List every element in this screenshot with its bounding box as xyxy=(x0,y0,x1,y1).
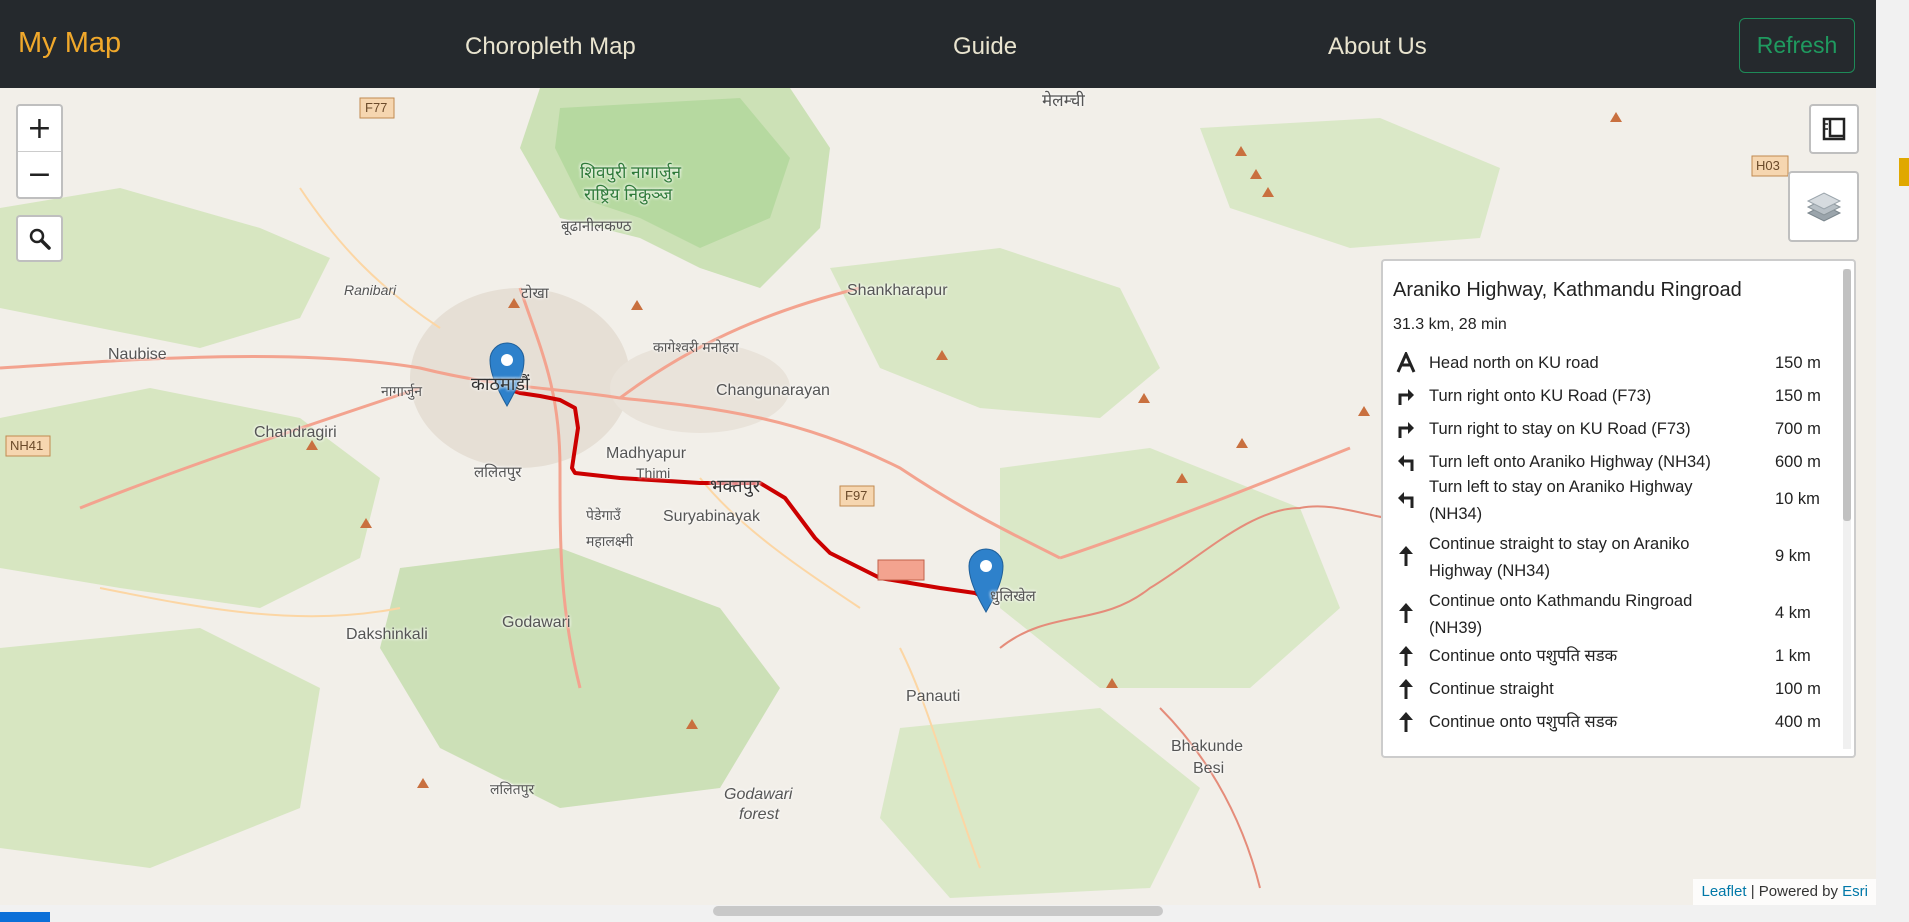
nav-link-about-us[interactable]: About Us xyxy=(1328,33,1427,61)
park-label: राष्ट्रिय निकुञ्ज xyxy=(584,185,673,204)
city-label: काठमाडौं xyxy=(471,374,530,394)
page-vertical-scrollbar[interactable] xyxy=(1876,0,1909,922)
zoom-out-button[interactable]: − xyxy=(18,151,61,197)
ruler-icon xyxy=(1822,117,1846,141)
esri-link[interactable]: Esri xyxy=(1842,883,1868,900)
turn-left-icon xyxy=(1398,492,1414,508)
place-label: Suryabinayak xyxy=(663,508,760,525)
road-shield-label: NH41 xyxy=(10,438,44,453)
park-label: शिवपुरी नागार्जुन xyxy=(580,163,682,182)
turn-right-icon xyxy=(1398,389,1414,405)
place-label: टोखा xyxy=(521,285,549,302)
place-label: Thimi xyxy=(636,465,671,481)
page-horizontal-scroll-thumb[interactable] xyxy=(713,906,1163,916)
forest-label: Godawari xyxy=(724,786,793,803)
depart-icon xyxy=(1396,352,1416,373)
page-vertical-scroll-thumb[interactable] xyxy=(1899,158,1909,186)
straight-icon xyxy=(1399,646,1413,666)
layers-icon xyxy=(1806,191,1841,222)
place-label: Panauti xyxy=(906,688,961,705)
navbar: My Map Choropleth Map Guide About Us Ref… xyxy=(0,0,1876,88)
layers-button[interactable] xyxy=(1788,171,1859,242)
zoom-in-button[interactable]: + xyxy=(18,106,61,151)
place-label: Godawari xyxy=(502,614,571,631)
routing-panel: Araniko Highway, Kathmandu Ringroad 31.3… xyxy=(1381,259,1856,758)
place-label: बूढानीलकण्ठ xyxy=(561,218,632,235)
road-shield-label: F97 xyxy=(845,488,868,503)
road-shield-label: H03 xyxy=(1756,158,1780,173)
place-label: Madhyapur xyxy=(606,445,687,462)
routing-panel-scroll-thumb[interactable] xyxy=(1843,269,1851,521)
place-label: Naubise xyxy=(108,346,167,363)
turn-left-icon xyxy=(1398,455,1414,471)
map-canvas[interactable]: मेलम्ची शिवपुरी नागार्जुन राष्ट्रिय निकु… xyxy=(0,88,1876,905)
place-label: कागेश्वरी मनोहरा xyxy=(653,339,739,355)
leaflet-link[interactable]: Leaflet xyxy=(1701,883,1746,900)
brand-link[interactable]: My Map xyxy=(18,27,121,60)
attribution-text: | Powered by xyxy=(1746,883,1843,900)
place-label: धुलिखेल xyxy=(990,588,1036,605)
place-label: पेडेगाउँ xyxy=(586,507,621,523)
refresh-button[interactable]: Refresh xyxy=(1739,18,1855,73)
place-label: Ranibari xyxy=(344,282,397,298)
map-attribution: Leaflet | Powered by Esri xyxy=(1693,879,1876,905)
route-title: Araniko Highway, Kathmandu Ringroad xyxy=(1393,279,1742,301)
search-icon xyxy=(29,228,51,250)
place-label: ललितपुर xyxy=(474,464,522,481)
place-label: Changunarayan xyxy=(716,382,830,399)
place-label: Besi xyxy=(1193,760,1225,777)
place-label: ललितपुर xyxy=(490,781,535,797)
route-summary: 31.3 km, 28 min xyxy=(1393,316,1507,333)
straight-icon xyxy=(1399,603,1413,623)
turn-right-icon xyxy=(1398,422,1414,438)
place-label: नागार्जुन xyxy=(381,383,423,399)
nav-link-guide[interactable]: Guide xyxy=(953,33,1017,61)
measure-button[interactable] xyxy=(1809,104,1859,154)
straight-icon xyxy=(1399,546,1413,566)
straight-icon xyxy=(1399,712,1413,732)
place-label: महालक्ष्मी xyxy=(586,533,634,549)
road-shield-label: F77 xyxy=(365,100,388,115)
zoom-control: + − xyxy=(16,104,63,199)
place-label: Dakshinkali xyxy=(346,626,428,643)
place-label: Bhakunde xyxy=(1171,738,1244,755)
place-label: Shankharapur xyxy=(847,282,948,299)
city-label: भक्तपुर xyxy=(710,476,761,496)
taskbar-indicator xyxy=(0,912,50,922)
nav-link-choropleth-map[interactable]: Choropleth Map xyxy=(465,33,636,61)
forest-label: forest xyxy=(739,806,780,823)
search-button[interactable] xyxy=(16,215,63,262)
place-label: Chandragiri xyxy=(254,424,337,441)
straight-icon xyxy=(1399,679,1413,699)
place-label: मेलम्ची xyxy=(1042,91,1085,110)
